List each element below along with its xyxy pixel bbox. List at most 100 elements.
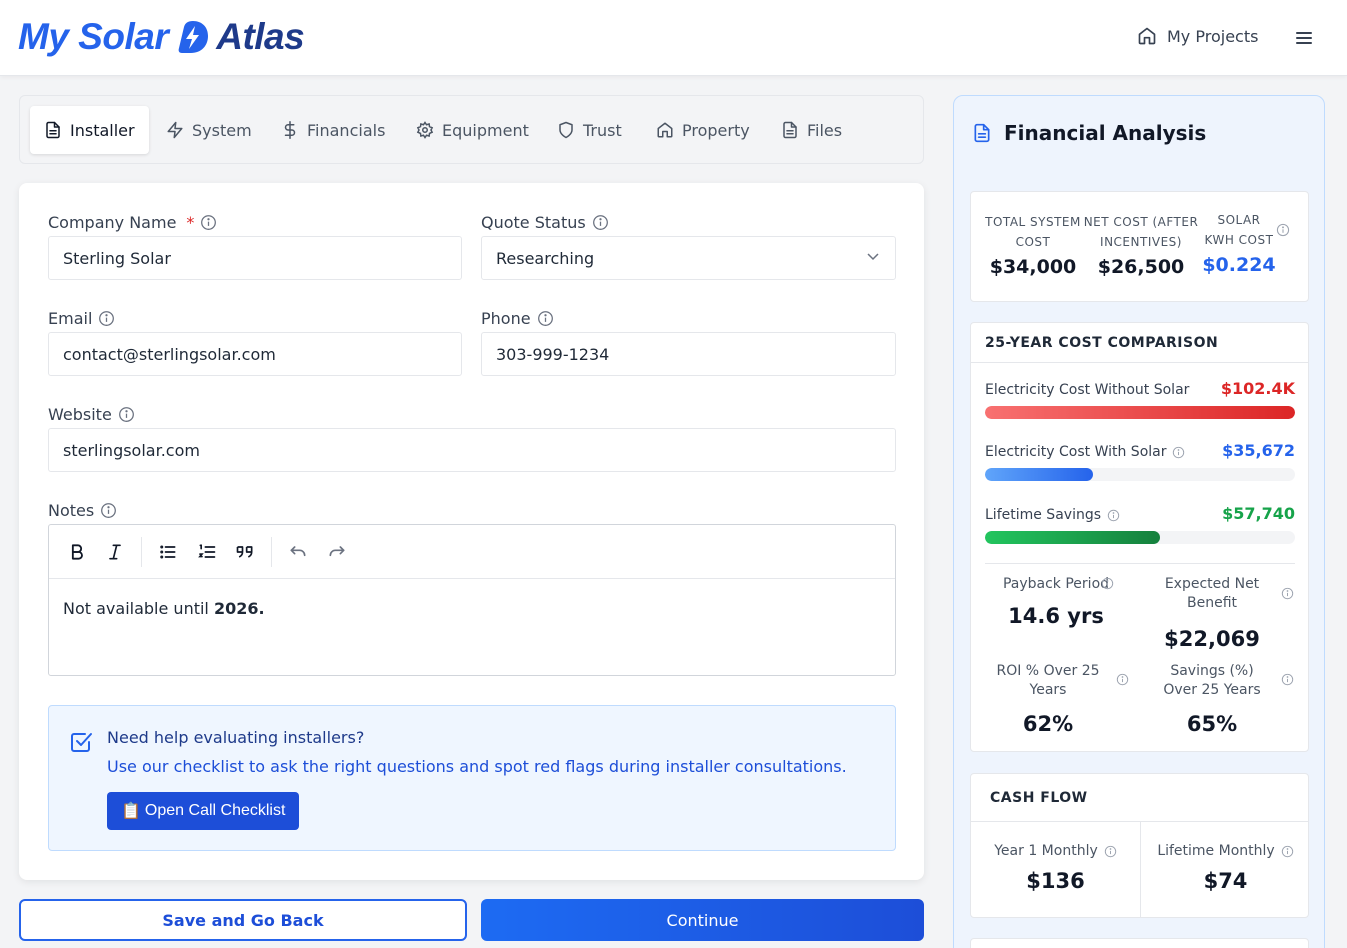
bar-track — [985, 468, 1295, 481]
bar-fill — [985, 406, 1295, 419]
home-icon — [1137, 26, 1157, 46]
bar-value: $102.4K — [1220, 379, 1295, 398]
notes-content[interactable]: Not available until 2026. — [49, 579, 895, 638]
divider — [985, 563, 1295, 564]
metric-value: $136 — [1026, 869, 1085, 893]
bar-label-text: Lifetime Savings — [985, 507, 1102, 523]
kpi-label: NET COST (AFTER INCENTIVES) — [1083, 215, 1199, 249]
tab-label: Financials — [307, 120, 386, 140]
notes-label: Notes — [48, 501, 117, 520]
year-1-monthly: Year 1 Monthly $136 — [971, 842, 1140, 893]
website-label-text: Website — [48, 405, 112, 424]
info-icon[interactable] — [1172, 446, 1185, 459]
dollar-icon — [281, 121, 299, 139]
help-subtitle: Use our checklist to ask the right quest… — [107, 757, 847, 776]
tab-installer[interactable]: Installer — [30, 106, 149, 154]
comparison-title: 25-YEAR COST COMPARISON — [971, 323, 1308, 363]
metric-value: 65% — [1186, 712, 1238, 736]
checkbox-icon — [69, 730, 93, 754]
metric-value: $22,069 — [1164, 627, 1260, 651]
tab-label: Property — [682, 120, 750, 140]
bar-value: $35,672 — [1222, 441, 1295, 460]
kpi-value: $0.224 — [1202, 254, 1276, 276]
info-icon[interactable] — [1107, 509, 1120, 522]
notes-label-text: Notes — [48, 501, 95, 520]
document-icon — [44, 121, 62, 139]
bar-label-text: Electricity Cost Without Solar — [985, 382, 1190, 398]
undo-icon[interactable] — [288, 542, 308, 562]
continue-button[interactable]: Continue — [481, 899, 924, 941]
save-and-go-back-button[interactable]: Save and Go Back — [19, 899, 467, 941]
tab-label: System — [192, 120, 252, 140]
info-icon[interactable] — [100, 502, 117, 519]
numbered-list-icon[interactable] — [197, 542, 217, 562]
gear-icon — [416, 121, 434, 139]
panel-title: Financial Analysis — [1004, 121, 1207, 145]
toolbar-divider — [271, 537, 272, 567]
document-icon — [972, 122, 992, 144]
required-marker: * — [186, 213, 195, 232]
file-icon — [781, 121, 799, 139]
info-icon[interactable] — [1281, 673, 1294, 686]
bullet-list-icon[interactable] — [158, 542, 178, 562]
tab-equipment[interactable]: Equipment — [402, 106, 543, 154]
info-icon[interactable] — [1101, 577, 1114, 590]
phone-label-text: Phone — [481, 309, 531, 328]
info-icon[interactable] — [1116, 673, 1129, 686]
phone-field[interactable]: 303-999-1234 — [481, 332, 896, 376]
my-projects-label: My Projects — [1167, 26, 1259, 46]
cost-without-solar-row: Electricity Cost Without Solar $102.4K — [985, 379, 1295, 419]
info-icon[interactable] — [118, 406, 135, 423]
redo-icon[interactable] — [327, 542, 347, 562]
next-section-card — [970, 938, 1309, 948]
quote-status-label: Quote Status — [481, 213, 609, 232]
info-icon[interactable] — [200, 214, 217, 231]
bar-track — [985, 531, 1295, 544]
info-icon[interactable] — [98, 310, 115, 327]
quote-status-select[interactable]: Researching — [481, 236, 896, 280]
open-call-checklist-button[interactable]: 📋 Open Call Checklist — [107, 792, 300, 830]
tab-label: Installer — [70, 120, 135, 140]
open-call-checklist-label: Open Call Checklist — [144, 802, 286, 819]
total-system-cost: TOTAL SYSTEM COST $34,000 — [979, 212, 1087, 278]
metric-label: Lifetime Monthly — [1141, 842, 1310, 861]
logo[interactable]: My Solar Atlas — [18, 14, 305, 60]
tab-property[interactable]: Property — [642, 106, 764, 154]
tab-trust[interactable]: Trust — [543, 106, 636, 154]
kpi-label: TOTAL SYSTEM COST — [985, 215, 1081, 249]
metric-value: 14.6 yrs — [1008, 604, 1104, 628]
email-field[interactable]: contact@sterlingsolar.com — [48, 332, 462, 376]
info-icon[interactable] — [1281, 587, 1294, 600]
tab-system[interactable]: System — [152, 106, 266, 154]
info-icon[interactable] — [1276, 223, 1290, 237]
solar-kwh-cost: SOLAR KWH COST $0.224 — [1201, 210, 1277, 276]
kpi-value: $34,000 — [989, 256, 1077, 278]
menu-icon[interactable] — [1292, 28, 1316, 48]
tab-label: Equipment — [442, 120, 529, 140]
bold-icon[interactable] — [67, 542, 87, 562]
info-icon[interactable] — [1104, 845, 1117, 858]
tab-financials[interactable]: Financials — [267, 106, 399, 154]
kpi-value: $26,500 — [1097, 256, 1185, 278]
metric-label-text: Year 1 Monthly — [994, 843, 1098, 859]
bar-value: $57,740 — [1222, 504, 1295, 523]
toolbar-divider — [141, 537, 142, 567]
my-projects-link[interactable]: My Projects — [1137, 26, 1258, 46]
company-name-label-text: Company Name — [48, 213, 177, 232]
roi-over-25-years: ROI % Over 25 Years 62% — [993, 662, 1103, 736]
info-icon[interactable] — [537, 310, 554, 327]
info-icon[interactable] — [1281, 845, 1294, 858]
tab-files[interactable]: Files — [767, 106, 856, 154]
panel-header: Financial Analysis — [972, 121, 1206, 145]
home-icon — [656, 121, 674, 139]
italic-icon[interactable] — [105, 542, 125, 562]
quote-icon[interactable] — [235, 542, 255, 562]
website-field[interactable]: sterlingsolar.com — [48, 428, 896, 472]
logo-text-secondary: Atlas — [216, 16, 305, 57]
company-name-input[interactable]: Sterling Solar — [48, 236, 462, 280]
installer-form: Company Name * Sterling Solar Quote Stat… — [19, 183, 924, 880]
notes-editor: Not available until 2026. — [48, 524, 896, 676]
expected-net-benefit: Expected Net Benefit $22,069 — [1157, 575, 1267, 651]
tab-label: Trust — [583, 120, 622, 140]
info-icon[interactable] — [592, 214, 609, 231]
